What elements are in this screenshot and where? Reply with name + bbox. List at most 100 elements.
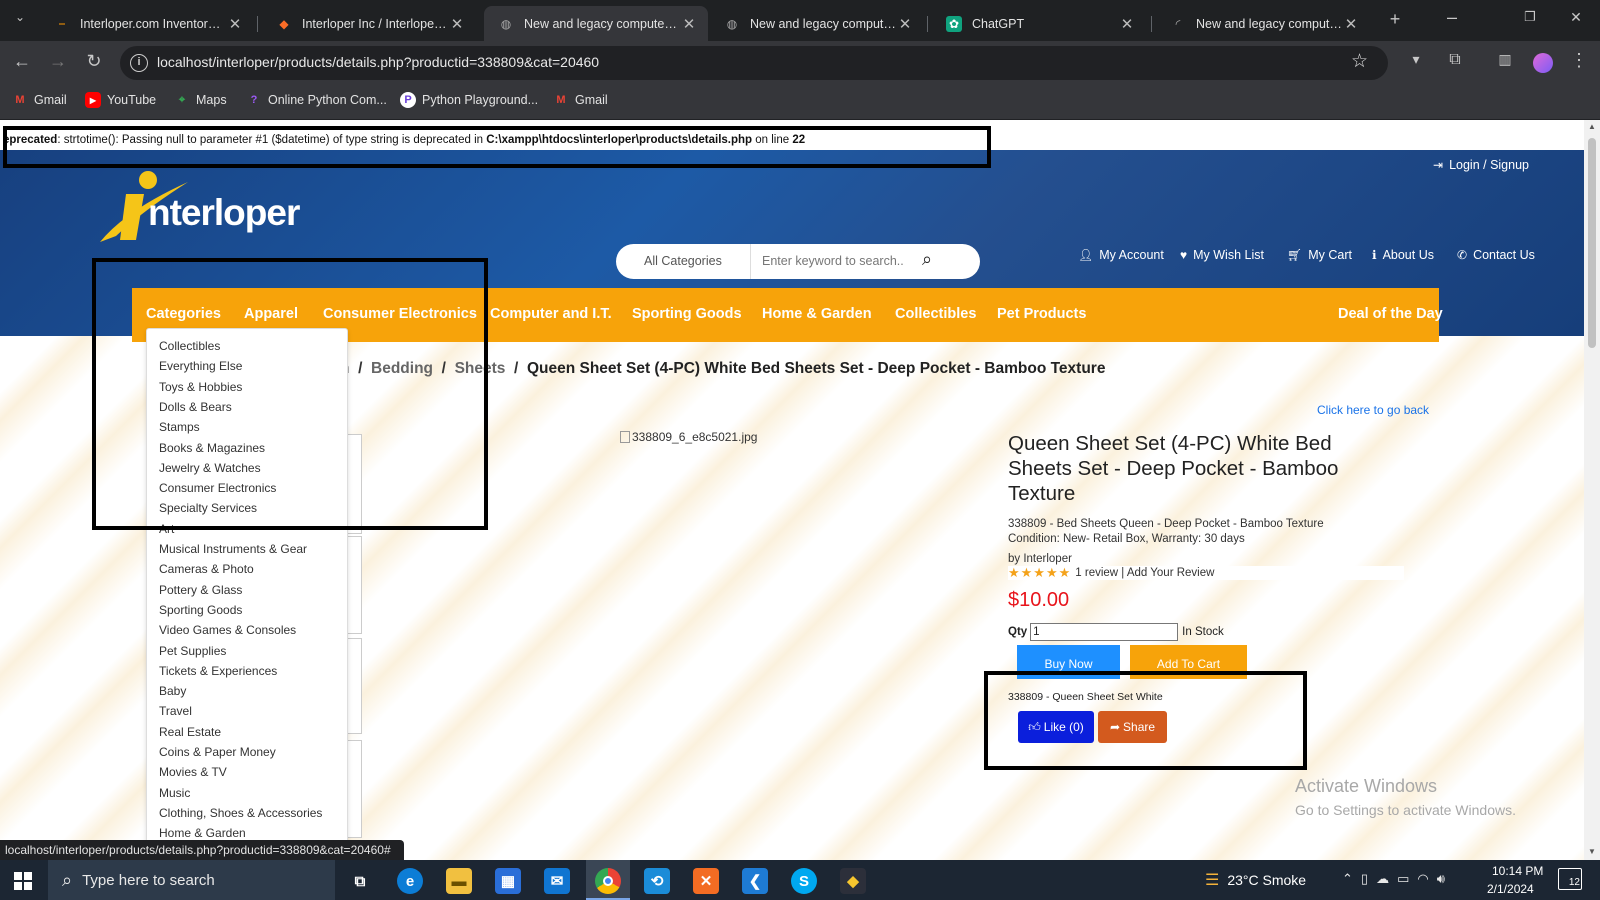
bookmark-gmail-2[interactable]: M Gmail: [553, 92, 607, 108]
tab-search-icon[interactable]: ⌄: [8, 10, 32, 24]
nav-computer-it[interactable]: Computer and I.T.: [490, 306, 612, 322]
scroll-up-icon[interactable]: ▲: [1588, 122, 1596, 131]
taskbar-search-box[interactable]: ⌕ Type here to search: [48, 860, 335, 900]
scroll-down-icon[interactable]: ▼: [1588, 847, 1596, 856]
page-scrollbar[interactable]: ▲ ▼: [1584, 120, 1600, 860]
task-view-icon[interactable]: ⧉: [347, 868, 373, 894]
address-bar[interactable]: i localhost/interloper/products/details.…: [120, 46, 1388, 80]
close-tab-icon[interactable]: ✕: [680, 15, 698, 33]
url-text[interactable]: localhost/interloper/products/details.ph…: [157, 54, 599, 70]
site-logo[interactable]: nterloper: [96, 170, 306, 245]
dropdown-item[interactable]: Video Games & Consoles: [159, 623, 296, 637]
site-info-icon[interactable]: i: [130, 54, 148, 72]
dropdown-item[interactable]: Pottery & Glass: [159, 583, 242, 597]
close-tab-icon[interactable]: ✕: [1342, 15, 1360, 33]
annotation-box-like-share: [984, 671, 1307, 770]
close-tab-icon[interactable]: ✕: [226, 15, 244, 33]
category-select[interactable]: All Categories: [644, 254, 722, 268]
chevron-up-icon[interactable]: ⌃: [1342, 871, 1353, 887]
minimize-icon[interactable]: –: [1440, 7, 1464, 28]
bookmark-youtube[interactable]: ▶ YouTube: [85, 92, 156, 108]
search-input[interactable]: Enter keyword to search..: [762, 254, 904, 268]
search-icon[interactable]: ⌕: [922, 249, 932, 270]
weather-widget[interactable]: ☰ 23°C Smoke: [1205, 870, 1306, 890]
nav-deal-of-the-day[interactable]: Deal of the Day: [1338, 306, 1443, 322]
git-icon[interactable]: ◆: [840, 868, 866, 894]
cart-link[interactable]: 🛒︎ My Cart: [1287, 248, 1352, 262]
dropdown-item[interactable]: Coins & Paper Money: [159, 745, 276, 759]
volume-icon[interactable]: 🔊︎: [1437, 871, 1445, 887]
dropdown-item[interactable]: Sporting Goods: [159, 603, 242, 617]
tab-product-loading[interactable]: ◜ New and legacy computers a ✕: [1156, 6, 1370, 41]
my-account-link[interactable]: 👤︎ My Account: [1078, 248, 1164, 262]
chatgpt-icon: ✿: [946, 15, 962, 32]
new-tab-icon[interactable]: +: [1383, 9, 1407, 30]
restore-icon[interactable]: ❐: [1518, 9, 1542, 25]
clock-time[interactable]: 10:14 PM: [1492, 864, 1543, 878]
bookmark-gmail[interactable]: M Gmail: [12, 92, 66, 108]
bookmark-maps[interactable]: ⌖ Maps: [174, 92, 227, 108]
tab-inventory[interactable]: ⎯ Interloper.com Inventory Sys ✕: [40, 6, 254, 41]
downloads-icon[interactable]: ▾: [1404, 51, 1428, 68]
store-icon[interactable]: ▦: [495, 868, 521, 894]
tab-active-product[interactable]: ◍ New and legacy computers a ✕: [484, 6, 708, 41]
file-explorer-icon[interactable]: ▬: [446, 868, 472, 894]
wishlist-link[interactable]: ♥ My Wish List: [1180, 248, 1264, 262]
side-panel-icon[interactable]: ▥: [1493, 51, 1517, 68]
back-icon[interactable]: ←: [10, 51, 34, 72]
wifi-icon[interactable]: ◠: [1417, 871, 1428, 887]
vscode-icon[interactable]: ❮: [742, 868, 768, 894]
battery-icon[interactable]: ▭: [1397, 871, 1409, 887]
menu-icon[interactable]: ⋮: [1567, 50, 1591, 71]
app-icon[interactable]: ⟲: [644, 868, 670, 894]
dropdown-item[interactable]: Movies & TV: [159, 765, 227, 779]
device-icon[interactable]: ▯: [1361, 871, 1368, 887]
close-tab-icon[interactable]: ✕: [1118, 15, 1136, 33]
quantity-input[interactable]: 1: [1030, 623, 1179, 641]
about-link[interactable]: ℹ About Us: [1372, 248, 1434, 262]
cloud-icon[interactable]: ☁: [1376, 871, 1389, 887]
contact-link[interactable]: ✆ Contact Us: [1457, 248, 1535, 262]
nav-collectibles[interactable]: Collectibles: [895, 306, 976, 322]
nav-home-garden[interactable]: Home & Garden: [762, 306, 872, 322]
extensions-icon[interactable]: ⧉: [1443, 51, 1467, 69]
close-window-icon[interactable]: ✕: [1564, 9, 1588, 26]
go-back-link[interactable]: Click here to go back: [1317, 403, 1429, 417]
edge-icon[interactable]: e: [397, 868, 423, 894]
windows-start-icon[interactable]: [14, 872, 32, 890]
dropdown-item[interactable]: Cameras & Photo: [159, 562, 254, 576]
skype-icon[interactable]: S: [791, 868, 817, 894]
close-tab-icon[interactable]: ✕: [448, 15, 466, 33]
mail-icon[interactable]: ✉: [544, 868, 570, 894]
nav-sporting-goods[interactable]: Sporting Goods: [632, 306, 742, 322]
dropdown-item[interactable]: Tickets & Experiences: [159, 664, 277, 678]
dropdown-item[interactable]: Clothing, Shoes & Accessories: [159, 806, 322, 820]
bookmark-online-python[interactable]: ? Online Python Com...: [246, 92, 387, 108]
dropdown-item[interactable]: Home & Garden: [159, 826, 246, 840]
bookmark-python-playground[interactable]: P Python Playground...: [400, 92, 538, 108]
product-seller: by Interloper: [1008, 553, 1072, 565]
notification-icon[interactable]: 12: [1558, 868, 1582, 890]
dropdown-item[interactable]: Pet Supplies: [159, 644, 226, 658]
weather-haze-icon: ☰: [1205, 872, 1220, 889]
dropdown-item[interactable]: Baby: [159, 684, 186, 698]
scrollbar-thumb[interactable]: [1588, 138, 1596, 348]
forward-icon[interactable]: →: [46, 51, 70, 72]
bookmark-star-icon[interactable]: ☆: [1351, 50, 1368, 73]
dropdown-item[interactable]: Travel: [159, 704, 192, 718]
dropdown-item[interactable]: Music: [159, 786, 190, 800]
dropdown-item[interactable]: Real Estate: [159, 725, 221, 739]
close-tab-icon[interactable]: ✕: [896, 15, 914, 33]
xampp-icon[interactable]: ✕: [693, 868, 719, 894]
chrome-icon[interactable]: [595, 868, 621, 894]
nav-pet-products[interactable]: Pet Products: [997, 306, 1086, 322]
dropdown-item[interactable]: Musical Instruments & Gear: [159, 542, 307, 556]
product-image: 338809_6_e8c5021.jpg: [620, 430, 757, 444]
login-link[interactable]: ⇥ Login / Signup: [1433, 158, 1529, 172]
tab-gitlab[interactable]: ◆ Interloper Inc / Interloper-Liv ✕: [262, 6, 476, 41]
clock-date[interactable]: 2/1/2024: [1487, 882, 1534, 896]
reload-icon[interactable]: ↻: [82, 51, 106, 72]
tab-product-2[interactable]: ◍ New and legacy computers a ✕: [710, 6, 924, 41]
tab-chatgpt[interactable]: ✿ ChatGPT ✕: [932, 6, 1146, 41]
profile-avatar[interactable]: [1533, 53, 1553, 73]
